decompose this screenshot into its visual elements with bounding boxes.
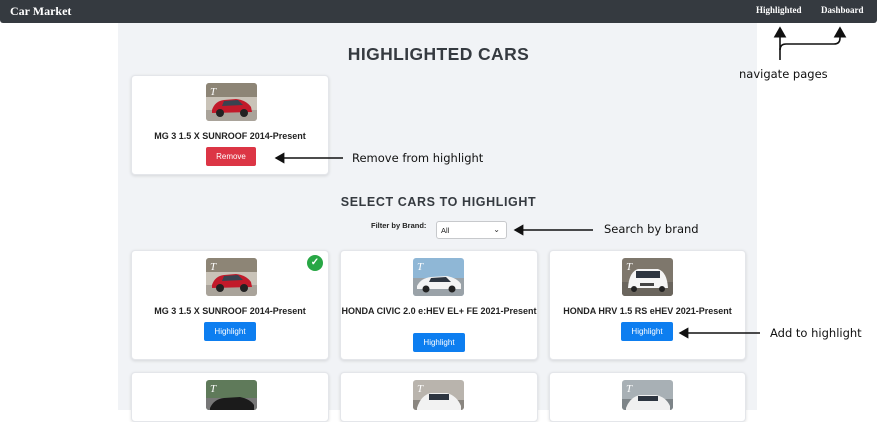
annotation-navigate: navigate pages <box>739 67 828 81</box>
annotation-search: Search by brand <box>604 222 699 236</box>
annotation-add: Add to highlight <box>770 326 862 340</box>
annotation-remove: Remove from highlight <box>352 151 484 165</box>
annotation-arrows <box>274 26 847 339</box>
